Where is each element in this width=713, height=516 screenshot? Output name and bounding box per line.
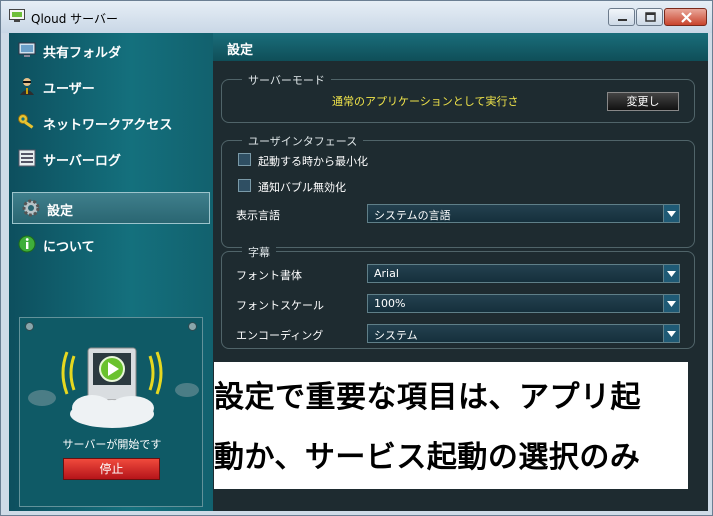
server-status-panel: サーバーが開始です 停止 — [19, 317, 203, 507]
font-select[interactable]: Arial — [367, 264, 680, 283]
sidebar-item-label: について — [43, 240, 95, 255]
user-interface-group: ユーザインタフェース 起動する時から最小化 通知バブル無効化 表示言語 システム… — [221, 133, 695, 248]
font-scale-label: フォントスケール — [236, 299, 324, 312]
language-select[interactable]: システムの言語 — [367, 204, 680, 223]
change-mode-button[interactable]: 変更し — [607, 92, 679, 111]
page-header: 設定 — [213, 33, 708, 61]
chevron-down-icon — [663, 205, 679, 222]
sidebar-item-users[interactable]: ユーザー — [9, 71, 213, 101]
chevron-down-icon — [663, 265, 679, 282]
group-title: 字幕 — [242, 244, 276, 260]
log-icon — [18, 149, 36, 167]
stop-server-button[interactable]: 停止 — [63, 458, 160, 480]
font-label: フォント書体 — [236, 269, 302, 282]
encoding-label: エンコーディング — [236, 329, 324, 342]
sidebar-item-label: サーバーログ — [43, 154, 121, 169]
annotation-line-2: 動か、サービス起動の選択のみ — [214, 440, 641, 475]
gear-icon — [22, 199, 40, 217]
chevron-down-icon — [663, 295, 679, 312]
chevron-down-icon — [663, 325, 679, 342]
server-cloud-icon — [28, 347, 199, 428]
app-window: Qloud サーバー 共有フォルダ ユーザー ネットワークアクセス サーバーログ — [0, 0, 713, 516]
encoding-select[interactable]: システム — [367, 324, 680, 343]
window-title: Qloud サーバー — [31, 12, 119, 26]
monitor-icon — [18, 42, 36, 57]
subtitles-group: 字幕 フォント書体 Arial フォントスケール 100% エンコーディング シ… — [221, 244, 695, 349]
font-scale-select-value: 100% — [374, 297, 406, 310]
title-bar: Qloud サーバー — [1, 1, 712, 33]
sidebar-item-shared-folders[interactable]: 共有フォルダ — [9, 35, 213, 65]
sidebar-item-label: 設定 — [47, 204, 74, 219]
sidebar-item-server-log[interactable]: サーバーログ — [9, 143, 213, 173]
sidebar: 共有フォルダ ユーザー ネットワークアクセス サーバーログ 設定 について サー… — [9, 33, 213, 511]
app-logo-icon — [9, 9, 25, 22]
sidebar-item-label: ユーザー — [43, 82, 95, 97]
minimize-on-start-label: 起動する時から最小化 — [258, 155, 368, 168]
key-icon — [18, 114, 34, 129]
close-button[interactable] — [664, 8, 707, 26]
font-select-value: Arial — [374, 267, 399, 280]
sidebar-item-label: ネットワークアクセス — [43, 118, 173, 133]
disable-notify-bubble-checkbox[interactable] — [238, 179, 251, 192]
language-label: 表示言語 — [236, 209, 280, 222]
group-title: サーバーモード — [242, 72, 331, 88]
maximize-button[interactable] — [636, 8, 663, 26]
encoding-select-value: システム — [374, 329, 418, 342]
server-mode-value: 通常のアプリケーションとして実行さ — [332, 95, 519, 108]
sidebar-item-label: 共有フォルダ — [43, 46, 122, 61]
language-select-value: システムの言語 — [374, 209, 451, 222]
annotation-line-1: 設定で重要な項目は、アプリ起 — [214, 380, 641, 415]
info-icon — [18, 235, 36, 253]
user-icon — [20, 78, 34, 95]
annotation-overlay: 設定で重要な項目は、アプリ起 動か、サービス起動の選択のみ — [214, 362, 688, 489]
font-scale-select[interactable]: 100% — [367, 294, 680, 313]
group-title: ユーザインタフェース — [242, 133, 364, 149]
sidebar-item-about[interactable]: について — [9, 229, 213, 259]
sidebar-item-settings[interactable]: 設定 — [12, 192, 210, 224]
sidebar-item-network-access[interactable]: ネットワークアクセス — [9, 107, 213, 137]
server-mode-group: サーバーモード 通常のアプリケーションとして実行さ 変更し — [221, 72, 695, 123]
minimize-on-start-checkbox[interactable] — [238, 153, 251, 166]
page-title: 設定 — [227, 43, 254, 58]
disable-notify-bubble-label: 通知バブル無効化 — [258, 181, 346, 194]
server-status-text: サーバーが開始です — [62, 438, 162, 451]
minimize-button[interactable] — [608, 8, 635, 26]
